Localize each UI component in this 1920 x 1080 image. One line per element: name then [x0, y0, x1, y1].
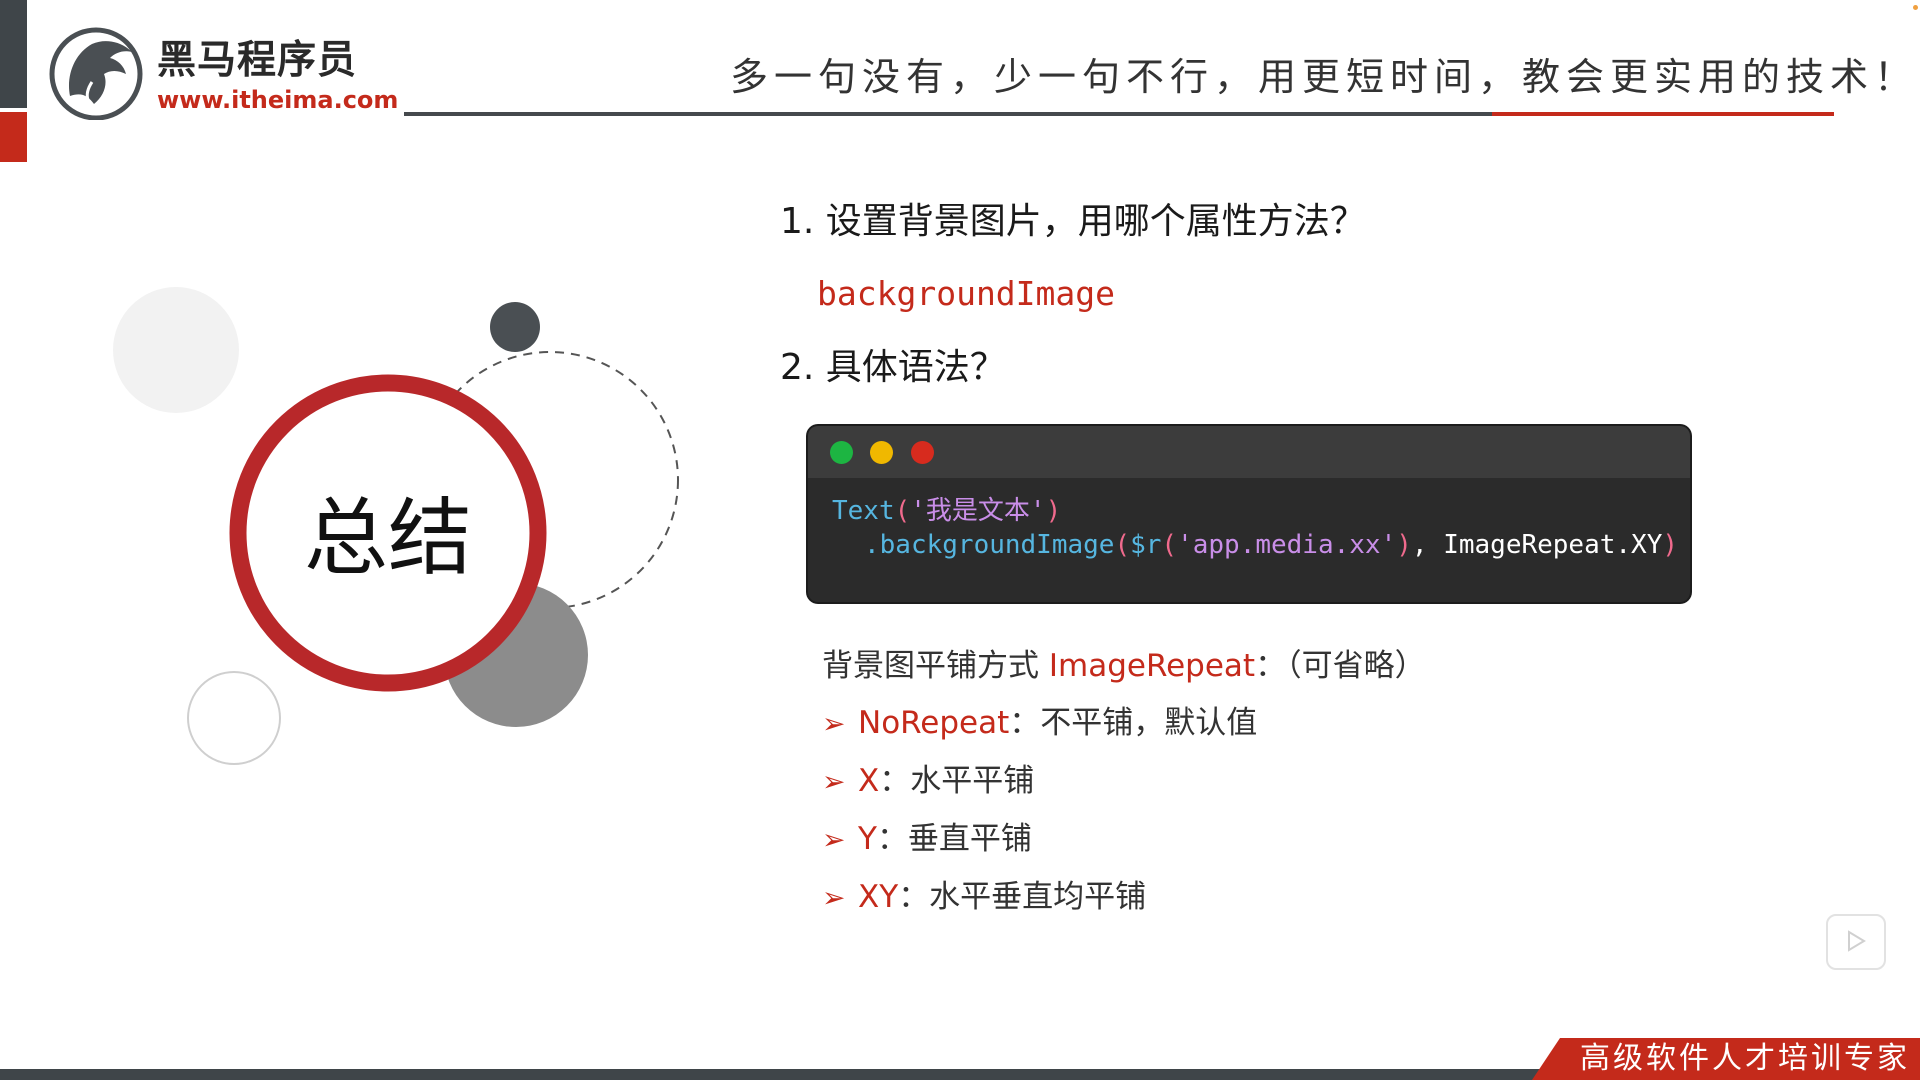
code-window: Text('我是文本') .backgroundImage($r('app.me…: [808, 426, 1690, 602]
repeat-heading-prefix: 背景图平铺方式: [822, 648, 1049, 684]
code-token: .backgroundImage: [864, 530, 1115, 560]
code-token: Text: [832, 496, 895, 526]
corner-indicator-dot: [1913, 5, 1918, 10]
code-token: (: [894, 496, 911, 526]
list-item: ➢ X：水平平铺: [822, 760, 1034, 803]
code-token: '我是文本': [910, 496, 1046, 526]
option-desc: ：不平铺，默认值: [1009, 705, 1258, 741]
brand-name: 黑马程序员: [157, 38, 358, 83]
dark-small-circle: [490, 302, 540, 352]
arrow-right-icon: ➢: [822, 881, 846, 914]
question-1: 1. 设置背景图片，用哪个属性方法？: [780, 201, 1366, 242]
code-token: $r: [1130, 530, 1162, 560]
code-token: ): [1045, 496, 1062, 526]
code-token: ,: [1411, 530, 1428, 560]
code-token: ImageRepeat.XY: [1443, 530, 1663, 560]
outline-small-circle: [187, 671, 281, 765]
option-key: X: [858, 763, 880, 799]
repeat-heading-keyword: ImageRepeat: [1048, 648, 1256, 684]
header-slogan: 多一句没有，少一句不行，用更短时间，教会更实用的技术！: [730, 55, 1919, 99]
repeat-heading: 背景图平铺方式 ImageRepeat：（可省略）: [822, 645, 1426, 687]
green-dot-icon: [830, 441, 853, 464]
code-line-1: Text('我是文本'): [832, 494, 1061, 528]
summary-title: 总结: [303, 489, 472, 587]
code-window-titlebar: [808, 426, 1690, 478]
answer-1: backgroundImage: [817, 274, 1116, 313]
footer-tagline: 高级软件人才培训专家: [1580, 1041, 1910, 1076]
code-token: (: [1161, 530, 1178, 560]
option-desc: ：水平平铺: [879, 763, 1035, 799]
header-divider-accent: [1492, 112, 1834, 116]
play-icon: [1848, 930, 1866, 952]
option-desc: ：水平垂直均平铺: [898, 879, 1147, 915]
left-edge-bar-red: [0, 112, 27, 162]
horse-head-logo-icon: [49, 27, 143, 120]
question-2: 2. 具体语法？: [780, 347, 1006, 388]
red-dot-icon: [911, 441, 934, 464]
arrow-right-icon: ➢: [822, 707, 846, 740]
option-key: NoRepeat: [858, 705, 1010, 741]
brand-url: www.itheima.com: [157, 86, 399, 114]
repeat-heading-suffix: ：（可省略）: [1255, 648, 1426, 684]
code-token: ): [1662, 530, 1679, 560]
arrow-right-icon: ➢: [822, 765, 846, 798]
light-gray-circle: [113, 287, 239, 413]
code-line-2: .backgroundImage($r('app.media.xx'), Ima…: [864, 528, 1678, 562]
list-item: ➢ NoRepeat：不平铺，默认值: [822, 702, 1257, 745]
yellow-dot-icon: [870, 441, 893, 464]
list-item: ➢ XY：水平垂直均平铺: [822, 876, 1146, 919]
code-token: ): [1396, 530, 1412, 560]
arrow-right-icon: ➢: [822, 823, 846, 856]
option-desc: ：垂直平铺: [876, 821, 1032, 857]
left-edge-bar-dark: [0, 0, 27, 108]
list-item: ➢ Y：垂直平铺: [822, 818, 1032, 861]
play-button[interactable]: [1826, 914, 1886, 970]
option-key: XY: [858, 879, 899, 915]
code-token: (: [1114, 530, 1131, 560]
option-key: Y: [858, 821, 877, 857]
code-token: 'app.media.xx': [1177, 530, 1397, 560]
